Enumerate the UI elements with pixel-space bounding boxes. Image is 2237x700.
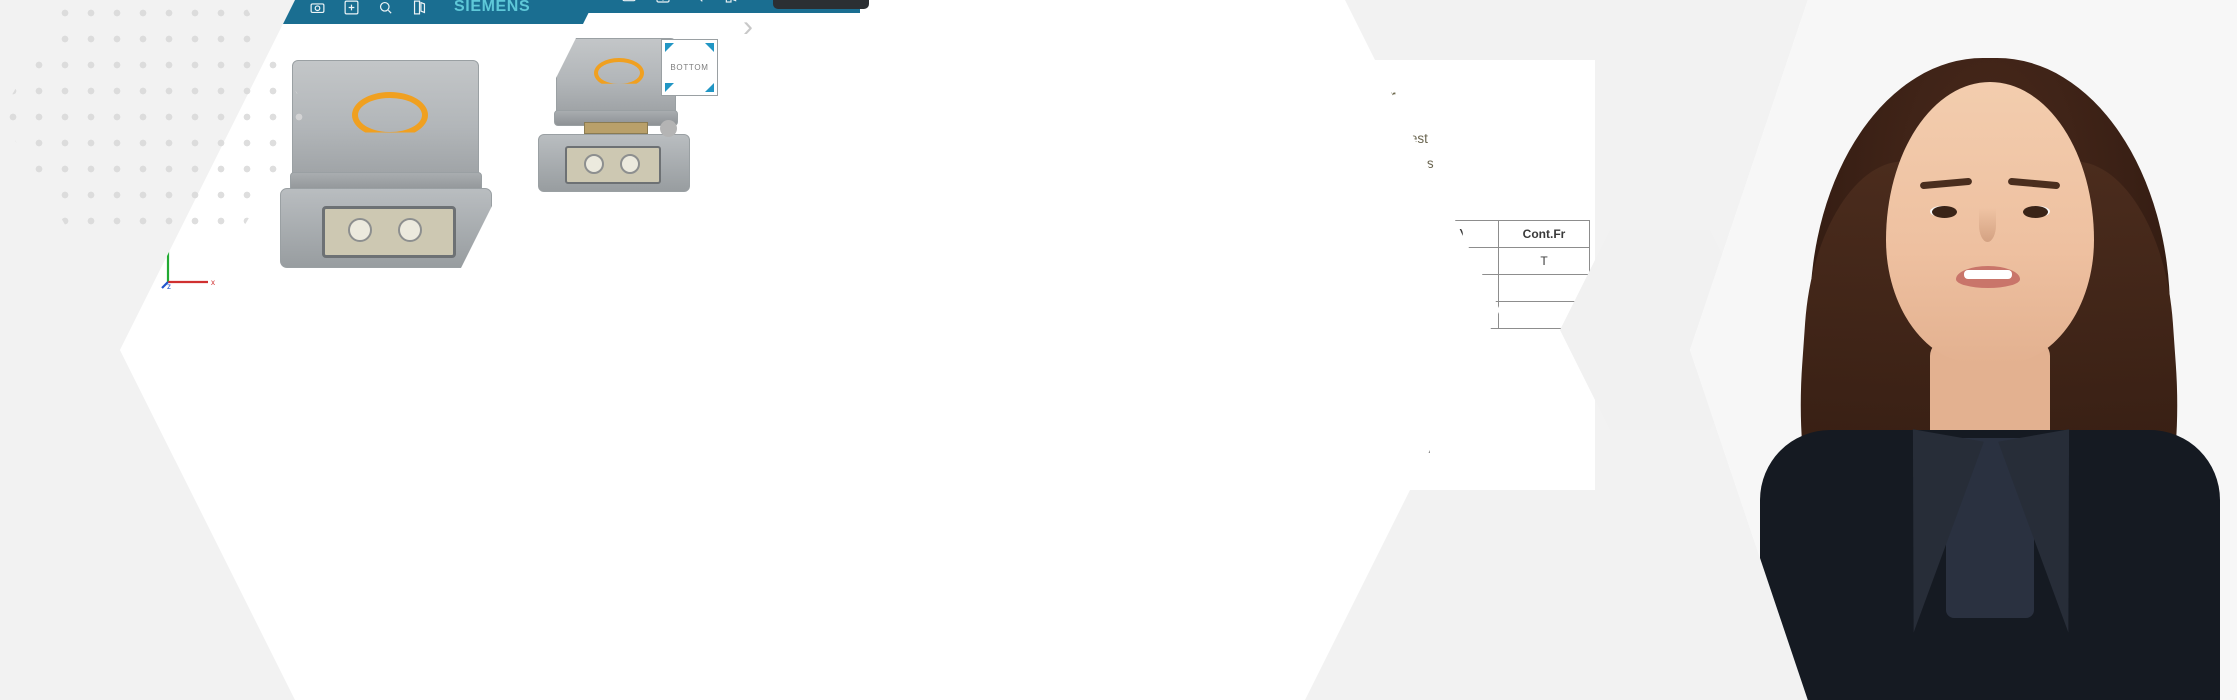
portrait-nose xyxy=(1979,208,1996,242)
svg-text:x: x xyxy=(211,278,215,287)
explode-icon[interactable] xyxy=(646,0,680,13)
contact-pin-2 xyxy=(620,154,640,174)
hero-banner: Your individual connector solution 2D Im… xyxy=(0,0,2237,700)
svg-text:y: y xyxy=(164,234,168,243)
connector-logo xyxy=(594,58,644,84)
portrait-eye-right xyxy=(2023,206,2048,218)
contact-pin-1 xyxy=(348,218,372,242)
back-card-brand-label: SIEMENS xyxy=(454,0,531,15)
contact-pin-2 xyxy=(398,218,422,242)
connector-logo xyxy=(352,92,428,133)
portrait-brow-right xyxy=(2007,177,2061,190)
camera-icon[interactable] xyxy=(300,0,334,24)
portrait-eye-left xyxy=(1932,206,1957,218)
contact-insert xyxy=(322,206,456,258)
layers-icon[interactable] xyxy=(266,0,300,24)
portrait-teeth xyxy=(1964,270,2012,279)
col-cont-fr: Cont.Fr xyxy=(1497,220,1591,248)
viewcube[interactable]: BOTTOM xyxy=(661,39,718,96)
back-card-axis-gizmo: y x z xyxy=(160,230,220,291)
section-icon[interactable] xyxy=(402,0,436,24)
contact-pin-1 xyxy=(584,154,604,174)
connector-pins xyxy=(584,122,648,134)
fullscreen-button[interactable]: Full Screen xyxy=(773,0,870,9)
svg-text:z: z xyxy=(167,282,171,290)
contact-insert xyxy=(565,146,661,184)
portrait-hexagon xyxy=(1690,0,2237,700)
viewer-handle-dot[interactable] xyxy=(660,120,677,137)
front-hexagon-panel: ative Connector Design Hannover Messe 20… xyxy=(440,0,1500,700)
measure-icon[interactable] xyxy=(680,0,714,13)
portrait-brow-left xyxy=(1919,177,1973,190)
camera-icon[interactable] xyxy=(612,0,646,13)
viewcube-label: BOTTOM xyxy=(670,63,709,72)
measure-icon[interactable] xyxy=(368,0,402,24)
front-card-next-arrow[interactable]: › xyxy=(743,12,753,42)
cell-cont-fr-1 xyxy=(1497,274,1591,302)
explode-icon[interactable] xyxy=(334,0,368,24)
cell-cont-fr-0: T xyxy=(1497,247,1591,275)
